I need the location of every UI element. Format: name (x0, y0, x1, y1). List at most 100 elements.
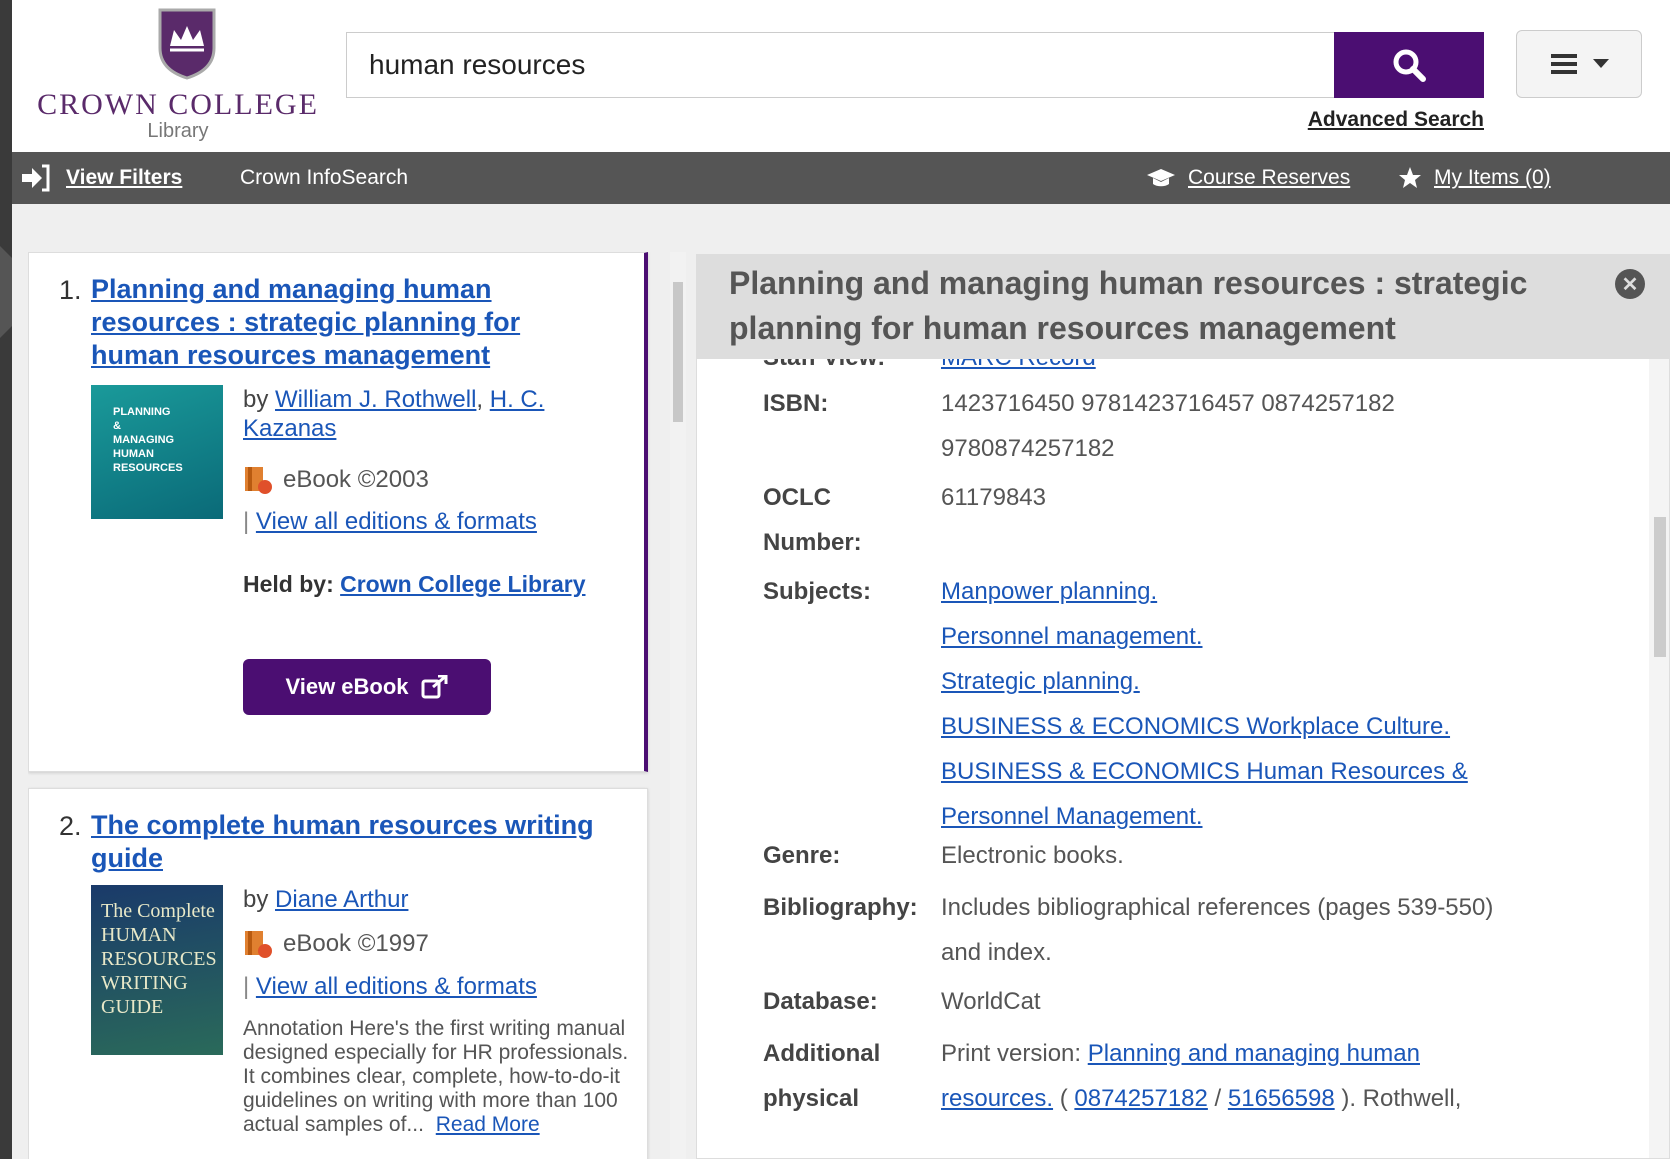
subject-link[interactable]: Manpower planning. (941, 569, 1561, 614)
sign-in-arrow-icon (22, 164, 50, 192)
annotation-text: Annotation Here's the first writing manu… (243, 1017, 643, 1137)
ebook-icon (245, 467, 272, 494)
print-oclc-link[interactable]: 51656598 (1228, 1085, 1335, 1112)
view-filters-link[interactable]: View Filters (66, 166, 182, 190)
library-catalog-window: CROWN COLLEGE Library Advanced Search (12, 0, 1670, 1159)
isbn-line: 9780874257182 (941, 435, 1115, 462)
oclc-label-line: OCLC (763, 484, 831, 511)
subject-link[interactable]: BUSINESS & ECONOMICS Workplace Culture. (941, 704, 1561, 749)
main-menu-button[interactable] (1516, 30, 1642, 98)
genre-value: Electronic books. (941, 842, 1124, 869)
oclc-label: OCLC Number: (763, 475, 938, 565)
author-link[interactable]: William J. Rothwell (275, 386, 476, 413)
search-button[interactable] (1334, 32, 1484, 98)
isbn-value: 1423716450 9781423716457 0874257182 9780… (941, 381, 1561, 471)
view-ebook-button[interactable]: View eBook (243, 659, 491, 715)
subjects-list: Manpower planning. Personnel management.… (941, 569, 1561, 839)
record-detail-body: Staff View: MARC Record ISBN: 1423716450… (697, 359, 1649, 1158)
author-tail-text: ). Rothwell, (1341, 1085, 1462, 1112)
by-prefix: by (243, 386, 269, 413)
additional-physical-value: Print version: Planning and managing hum… (941, 1031, 1561, 1121)
print-version-prefix: Print version: (941, 1040, 1082, 1067)
staff-view-label: Staff View: (763, 359, 938, 380)
print-version-title-link[interactable]: Planning and managing human (1088, 1040, 1420, 1067)
print-isbn-link[interactable]: 0874257182 (1074, 1085, 1207, 1112)
detail-scroll-thumb[interactable] (1654, 517, 1666, 657)
record-detail-panel: Staff View: MARC Record ISBN: 1423716450… (696, 254, 1670, 1159)
book-cover-image[interactable]: The Complete HUMAN RESOURCES WRITING GUI… (91, 885, 223, 1055)
site-header: CROWN COLLEGE Library Advanced Search (12, 0, 1670, 152)
results-scroll-thumb[interactable] (673, 282, 683, 422)
course-reserves-nav[interactable]: Course Reserves (1146, 152, 1350, 204)
result-number: 2. (59, 811, 82, 841)
result-number: 1. (59, 275, 82, 305)
genre-label: Genre: (763, 842, 841, 869)
separator-text: ( (1059, 1085, 1068, 1112)
result-card[interactable]: 1. Planning and managing human resources… (28, 252, 648, 772)
additional-label-line: Additional (763, 1040, 881, 1067)
advanced-search-link[interactable]: Advanced Search (1294, 108, 1484, 132)
title-line: Planning and managing human (91, 274, 492, 304)
author-link[interactable]: Diane Arthur (275, 886, 408, 913)
subject-link[interactable]: BUSINESS & ECONOMICS Human Resources & (941, 749, 1561, 794)
format-line: eBook ©1997 (243, 929, 429, 959)
search-input[interactable] (346, 32, 1338, 98)
course-reserves-link[interactable]: Course Reserves (1188, 166, 1350, 190)
record-title: Planning and managing human resources : … (729, 265, 1528, 346)
college-name: CROWN COLLEGE (37, 88, 319, 121)
view-ebook-label: View eBook (285, 674, 409, 699)
book-cover-image[interactable]: PLANNING & MANAGING HUMAN RESOURCES (91, 385, 223, 519)
held-by-library-link[interactable]: Crown College Library (340, 571, 585, 597)
read-more-link[interactable]: Read More (436, 1113, 540, 1136)
crown-crest-icon (158, 8, 216, 80)
results-scrollbar[interactable] (670, 252, 686, 1159)
nav-bar: View Filters Crown InfoSearch Course Res… (12, 152, 1670, 204)
bibliography-value: Includes bibliographical references (pag… (941, 885, 1561, 975)
close-icon[interactable]: ✕ (1615, 269, 1645, 299)
editions-line: | View all editions & formats (243, 508, 537, 535)
by-prefix: by (243, 886, 269, 913)
bibliography-line: Includes bibliographical references (pag… (941, 894, 1494, 921)
print-version-title-link[interactable]: resources. (941, 1085, 1053, 1112)
view-editions-link[interactable]: View all editions & formats (256, 973, 537, 1000)
isbn-line: 1423716450 9781423716457 0874257182 (941, 390, 1395, 417)
format-text: eBook ©1997 (283, 930, 429, 957)
star-icon (1399, 167, 1421, 188)
search-results-list: 1. Planning and managing human resources… (28, 252, 668, 1159)
hamburger-menu-icon (1551, 54, 1577, 74)
title-line: resources : strategic planning for (91, 307, 521, 337)
result-title-link[interactable]: The complete human resources writing gui… (91, 809, 594, 875)
subjects-label: Subjects: (763, 578, 872, 605)
graduation-cap-icon (1147, 169, 1175, 187)
library-label: Library (147, 120, 209, 142)
crown-infosearch-label: Crown InfoSearch (240, 166, 409, 189)
result-title-link[interactable]: Planning and managing human resources : … (91, 273, 520, 372)
held-by-line: Held by: Crown College Library (243, 571, 586, 598)
title-line: guide (91, 843, 163, 873)
crown-college-logo[interactable]: CROWN COLLEGE Library (28, 8, 328, 148)
my-items-link[interactable]: My Items (0) (1434, 166, 1551, 190)
ebook-icon (245, 931, 272, 958)
bibliography-label: Bibliography: (763, 894, 918, 921)
marc-record-link[interactable]: MARC Record (941, 359, 1096, 371)
author-line: by William J. Rothwell, H. C. Kazanas (243, 386, 545, 442)
database-value: WorldCat (941, 988, 1041, 1015)
oclc-value: 61179843 (941, 484, 1046, 511)
additional-physical-label: Additional physical (763, 1031, 938, 1121)
my-items-nav[interactable]: My Items (0) (1398, 152, 1551, 204)
result-card[interactable]: 2. The complete human resources writing … (28, 788, 648, 1159)
search-icon (1393, 49, 1426, 82)
subject-link[interactable]: Personnel management. (941, 614, 1561, 659)
detail-scrollbar[interactable] (1649, 359, 1669, 1158)
external-link-icon (421, 675, 448, 699)
held-by-label: Held by: (243, 571, 334, 597)
view-editions-link[interactable]: View all editions & formats (256, 508, 537, 535)
subject-link[interactable]: Strategic planning. (941, 659, 1561, 704)
isbn-label: ISBN: (763, 390, 829, 417)
cover-text: The Complete HUMAN RESOURCES WRITING GUI… (101, 900, 217, 1018)
separator-text: / (1214, 1085, 1222, 1112)
view-filters-toggle[interactable]: View Filters (20, 152, 182, 204)
record-detail-header: Planning and managing human resources : … (697, 255, 1669, 359)
bibliography-line: and index. (941, 939, 1052, 966)
editions-line: | View all editions & formats (243, 973, 537, 1000)
